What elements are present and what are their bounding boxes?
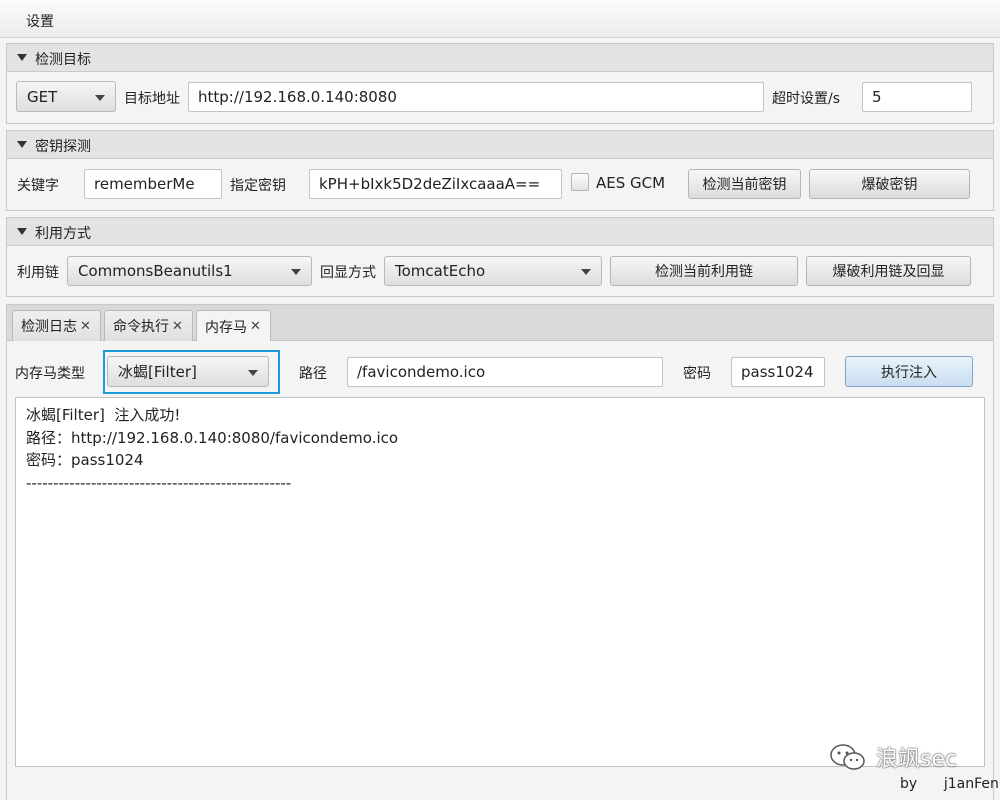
method-select[interactable]: GET (16, 81, 116, 112)
echo-value: TomcatEcho (395, 262, 486, 280)
exploit-title: 利用方式 (35, 226, 91, 242)
collapse-arrow-icon (17, 54, 27, 61)
keyword-label: 关键字 (17, 178, 59, 194)
chevron-down-icon (95, 94, 105, 101)
watermark-text: 浪飒sec (876, 747, 958, 772)
method-value: GET (27, 87, 58, 106)
timeout-label: 超时设置/s (772, 91, 841, 107)
key-label: 指定密钥 (230, 178, 286, 194)
memshell-type-select[interactable]: 冰蝎[Filter] (107, 356, 269, 387)
memshell-type-value: 冰蝎[Filter] (118, 363, 197, 381)
watermark: 浪飒sec (828, 740, 957, 774)
keyword-input[interactable]: rememberMe (84, 169, 222, 199)
password-label: 密码 (683, 366, 711, 382)
chevron-down-icon (291, 269, 301, 275)
chain-value: CommonsBeanutils1 (78, 262, 233, 280)
menu-settings[interactable]: 设置 (26, 11, 54, 31)
path-input[interactable]: /favicondemo.ico (347, 357, 663, 387)
tab-label: 内存马 (205, 319, 247, 336)
url-input[interactable]: http://192.168.0.140:8080 (188, 82, 764, 112)
tab-detect-log[interactable]: 检测日志 ✕ (12, 310, 101, 341)
output-line: 密码：pass1024 (26, 451, 144, 469)
output-line: ----------------------------------------… (26, 473, 292, 492)
timeout-input[interactable]: 5 (862, 82, 972, 112)
echo-select[interactable]: TomcatEcho (384, 256, 602, 286)
key-input[interactable]: kPH+bIxk5D2deZiIxcaaaA== (309, 169, 562, 199)
path-label: 路径 (299, 366, 327, 382)
aes-gcm-label: AES GCM (596, 174, 666, 192)
echo-label: 回显方式 (320, 265, 376, 281)
chevron-down-icon (581, 269, 591, 275)
output-line: 冰蝎[Filter] 注入成功! (26, 406, 181, 424)
tab-memshell[interactable]: 内存马 ✕ (196, 310, 271, 342)
brute-key-button[interactable]: 爆破密钥 (809, 169, 970, 199)
key-probe-header[interactable]: 密钥探测 (6, 130, 994, 158)
brute-chain-button[interactable]: 爆破利用链及回显 (806, 256, 971, 286)
check-chain-button[interactable]: 检测当前利用链 (610, 256, 798, 286)
output-textarea[interactable]: 冰蝎[Filter] 注入成功! 路径：http://192.168.0.140… (15, 397, 985, 767)
url-label: 目标地址 (124, 91, 180, 107)
chain-label: 利用链 (17, 265, 59, 281)
tab-command-exec[interactable]: 命令执行 ✕ (104, 310, 193, 341)
close-icon[interactable]: ✕ (80, 319, 91, 334)
detect-target-header[interactable]: 检测目标 (6, 43, 994, 71)
menubar: 设置 (0, 0, 1000, 38)
detect-target-title: 检测目标 (35, 52, 91, 68)
memshell-type-label: 内存马类型 (15, 366, 85, 382)
output-line: 路径：http://192.168.0.140:8080/favicondemo… (26, 428, 399, 447)
collapse-arrow-icon (17, 228, 27, 235)
footer-credit: by j1anFen (900, 776, 999, 792)
exploit-header[interactable]: 利用方式 (6, 217, 994, 245)
tab-label: 命令执行 (113, 319, 169, 335)
check-key-button[interactable]: 检测当前密钥 (688, 169, 801, 199)
key-probe-title: 密钥探测 (35, 139, 91, 155)
tab-label: 检测日志 (21, 319, 77, 335)
inject-button[interactable]: 执行注入 (845, 356, 973, 387)
wechat-icon (830, 744, 865, 770)
close-icon[interactable]: ✕ (172, 319, 183, 334)
collapse-arrow-icon (17, 141, 27, 148)
chevron-down-icon (248, 369, 258, 376)
password-input[interactable]: pass1024 (731, 357, 825, 387)
close-icon[interactable]: ✕ (250, 319, 261, 334)
chain-select[interactable]: CommonsBeanutils1 (67, 256, 312, 286)
aes-gcm-checkbox[interactable] (571, 173, 589, 191)
